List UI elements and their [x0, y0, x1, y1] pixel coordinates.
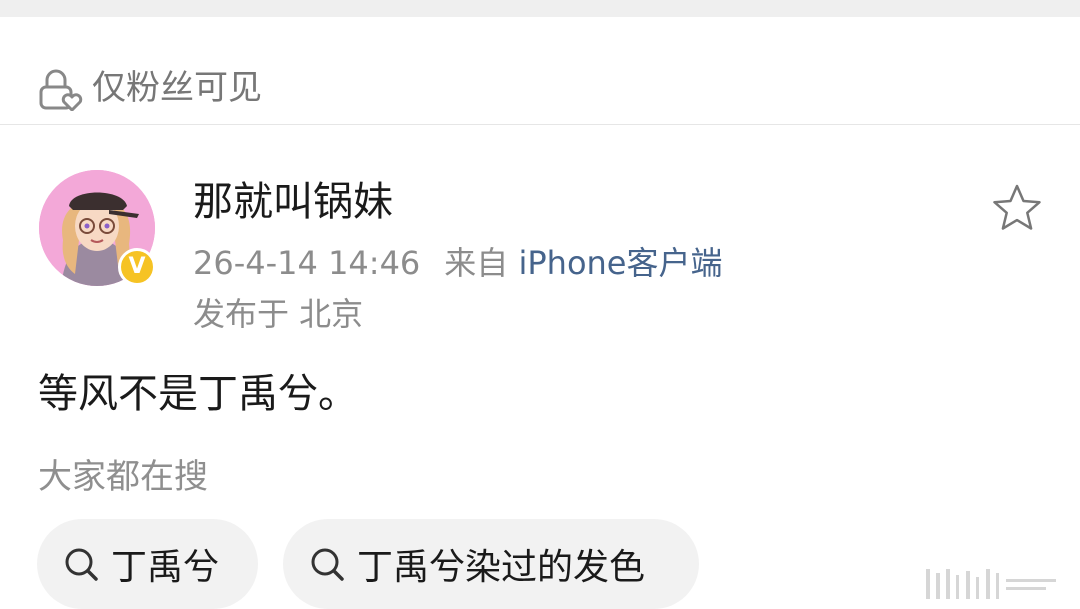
- divider: [0, 124, 1080, 125]
- search-heading: 大家都在搜: [38, 457, 208, 497]
- search-chip-label: 丁禹兮: [111, 547, 220, 588]
- location: 发布于 北京: [193, 295, 364, 333]
- search-icon: [65, 548, 98, 581]
- search-icon: [311, 548, 344, 581]
- top-separator-band: [0, 0, 1080, 17]
- timestamp: 26-4-14 14:46: [193, 244, 421, 282]
- search-chip[interactable]: 丁禹兮: [37, 519, 258, 609]
- post-meta: 26-4-14 14:46 来自 iPhone客户端: [193, 242, 723, 284]
- username[interactable]: 那就叫锅妹: [193, 178, 393, 226]
- visibility-bar: 仅粉丝可见: [0, 17, 1080, 124]
- star-icon[interactable]: [991, 183, 1043, 233]
- search-chip-label: 丁禹兮染过的发色: [357, 547, 646, 588]
- verified-badge: V: [118, 248, 156, 286]
- post-body: 等风不是丁禹兮。: [38, 371, 358, 417]
- watermark-icon: [926, 569, 1056, 599]
- source-prefix: 来自: [444, 244, 509, 282]
- search-chip[interactable]: 丁禹兮染过的发色: [283, 519, 699, 609]
- visibility-label: 仅粉丝可见: [92, 68, 262, 108]
- lock-heart-icon: [39, 69, 83, 111]
- source-link[interactable]: iPhone客户端: [518, 244, 722, 282]
